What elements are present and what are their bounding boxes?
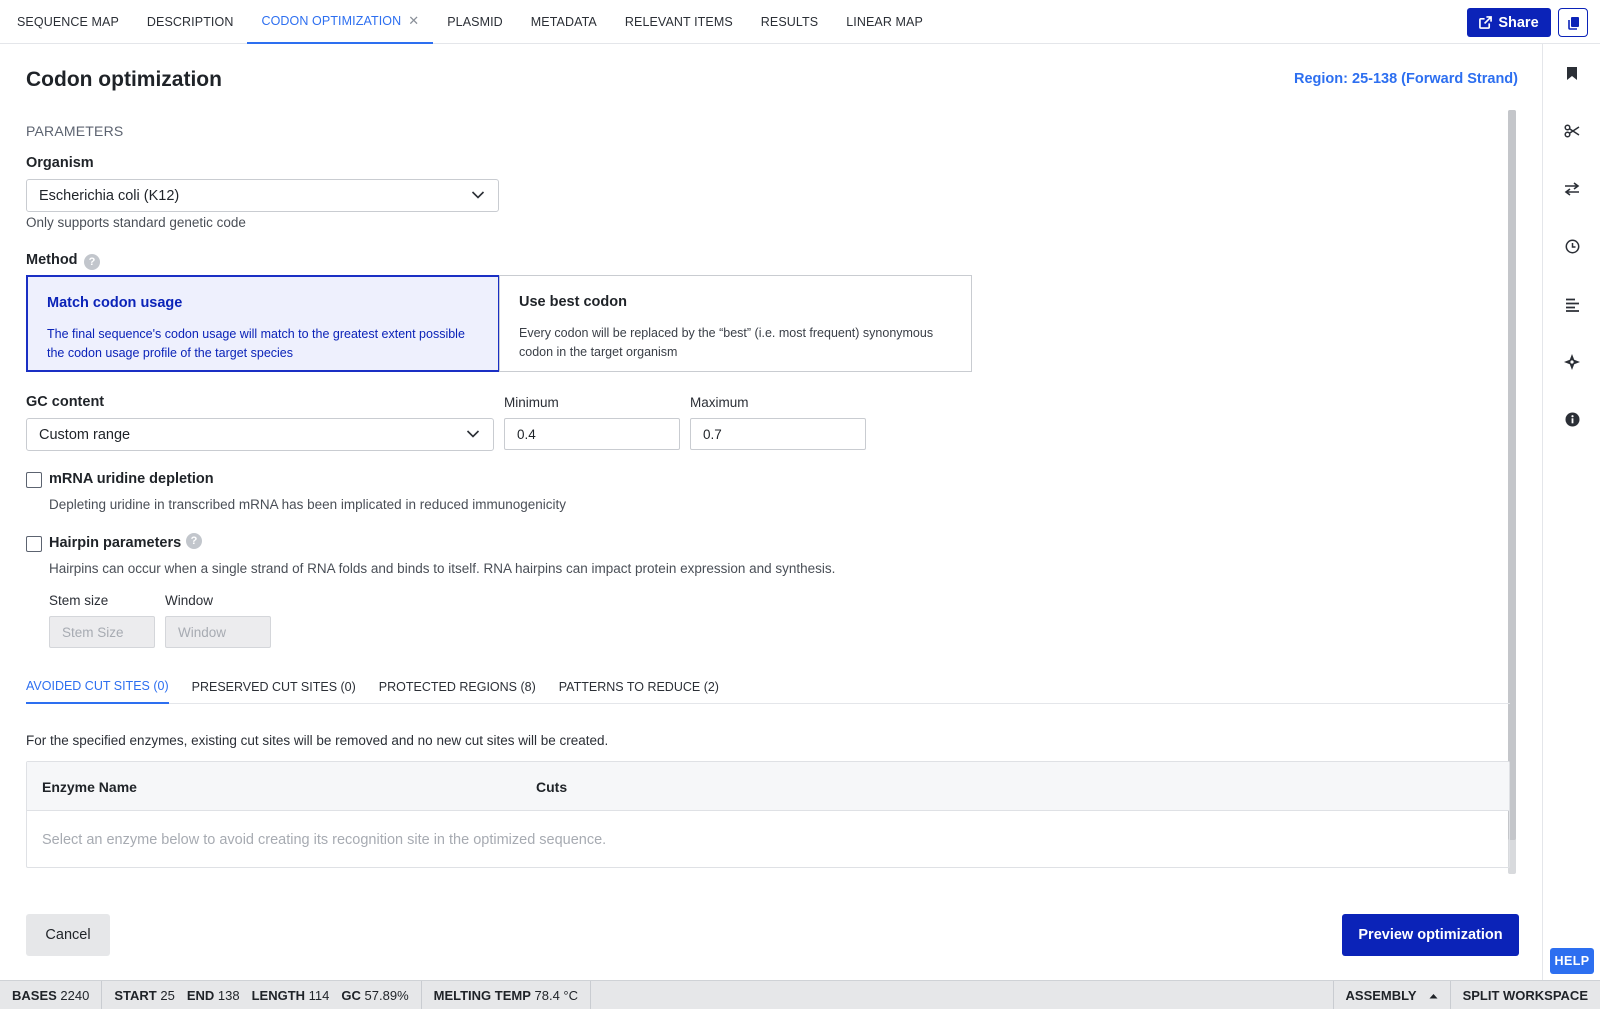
gc-value: 57.89% bbox=[364, 987, 409, 1003]
gc-key: GC bbox=[341, 987, 361, 1003]
tab-protected-regions[interactable]: PROTECTED REGIONS (8) bbox=[379, 670, 536, 704]
uridine-depletion-checkbox[interactable] bbox=[26, 472, 42, 488]
organism-label: Organism bbox=[26, 155, 94, 171]
gc-content-label: GC content bbox=[26, 394, 105, 410]
tab-linear-map[interactable]: LINEAR MAP bbox=[832, 0, 937, 44]
uridine-depletion-label[interactable]: mRNA uridine depletion bbox=[49, 471, 214, 487]
page-title: Codon optimization bbox=[26, 68, 222, 91]
enzyme-table-header: Enzyme Name Cuts bbox=[27, 762, 1509, 811]
tab-codon-optimization-label: CODON OPTIMIZATION bbox=[261, 14, 402, 28]
window-input[interactable]: Window bbox=[165, 616, 271, 648]
main-tabs: SEQUENCE MAP DESCRIPTION CODON OPTIMIZAT… bbox=[3, 0, 937, 44]
melting-temp-value: 78.4 °C bbox=[534, 987, 579, 1003]
bases-key: BASES bbox=[12, 987, 57, 1003]
scrollbar-thumb[interactable] bbox=[1508, 110, 1516, 840]
start-key: START bbox=[114, 987, 157, 1003]
tab-codon-optimization[interactable]: CODON OPTIMIZATION ✕ bbox=[247, 0, 434, 44]
swap-arrows-icon[interactable] bbox=[1563, 180, 1581, 198]
scissors-icon[interactable] bbox=[1563, 122, 1581, 140]
tab-patterns-to-reduce[interactable]: PATTERNS TO REDUCE (2) bbox=[559, 670, 719, 704]
method-card-description: The final sequence's codon usage will ma… bbox=[47, 327, 465, 360]
share-label: Share bbox=[1498, 14, 1539, 31]
column-cuts: Cuts bbox=[536, 779, 568, 795]
gc-content-value: Custom range bbox=[39, 426, 131, 443]
gc-maximum-input[interactable]: 0.7 bbox=[690, 418, 866, 450]
preview-optimization-button[interactable]: Preview optimization bbox=[1342, 914, 1519, 956]
gc-content-select[interactable]: Custom range bbox=[26, 418, 494, 451]
organism-value: Escherichia coli (K12) bbox=[39, 187, 180, 204]
tab-metadata[interactable]: METADATA bbox=[517, 0, 611, 44]
top-tab-bar: SEQUENCE MAP DESCRIPTION CODON OPTIMIZAT… bbox=[0, 0, 1600, 44]
enzyme-table-empty-message: Select an enzyme below to avoid creating… bbox=[42, 832, 607, 848]
tab-plasmid[interactable]: PLASMID bbox=[433, 0, 517, 44]
hairpin-parameters-hint: Hairpins can occur when a single strand … bbox=[49, 561, 836, 576]
region-link[interactable]: Region: 25-138 (Forward Strand) bbox=[1294, 71, 1518, 87]
method-card-title: Match codon usage bbox=[47, 295, 183, 311]
tab-results[interactable]: RESULTS bbox=[747, 0, 832, 44]
right-tool-rail bbox=[1542, 44, 1600, 980]
organism-hint: Only supports standard genetic code bbox=[26, 215, 246, 230]
status-bar-right: ASSEMBLY SPLIT WORKSPACE bbox=[1332, 981, 1600, 1009]
chevron-down-icon bbox=[466, 430, 480, 438]
share-button[interactable]: Share bbox=[1467, 8, 1551, 37]
end-value: 138 bbox=[217, 987, 240, 1003]
window-label: Window bbox=[165, 593, 214, 608]
gc-minimum-input[interactable]: 0.4 bbox=[504, 418, 680, 450]
gc-minimum-label: Minimum bbox=[504, 395, 559, 410]
bookmark-icon[interactable] bbox=[1563, 64, 1581, 82]
copy-button[interactable] bbox=[1558, 8, 1588, 37]
cancel-button[interactable]: Cancel bbox=[26, 914, 110, 956]
compass-move-icon[interactable] bbox=[1563, 353, 1581, 371]
uridine-depletion-hint: Depleting uridine in transcribed mRNA ha… bbox=[49, 497, 567, 512]
hairpin-parameters-checkbox[interactable] bbox=[26, 536, 42, 552]
status-bar: BASES 2240 START 25 END 138 LENGTH 114 G… bbox=[0, 980, 1600, 1009]
stem-size-label: Stem size bbox=[49, 593, 109, 608]
organism-select[interactable]: Escherichia coli (K12) bbox=[26, 179, 499, 212]
chevron-down-icon bbox=[471, 191, 485, 199]
enzyme-table: Enzyme Name Cuts Select an enzyme below … bbox=[26, 761, 1510, 868]
tab-preserved-cut-sites[interactable]: PRESERVED CUT SITES (0) bbox=[192, 670, 356, 704]
bases-value: 2240 bbox=[60, 987, 90, 1003]
avoided-cut-sites-description: For the specified enzymes, existing cut … bbox=[26, 733, 609, 748]
caret-up-icon bbox=[1429, 993, 1438, 998]
tab-sequence-map[interactable]: SEQUENCE MAP bbox=[3, 0, 133, 44]
tab-relevant-items[interactable]: RELEVANT ITEMS bbox=[611, 0, 747, 44]
help-button[interactable]: HELP bbox=[1550, 948, 1594, 974]
melting-temp-key: MELTING TEMP bbox=[433, 987, 531, 1003]
hairpin-help-icon[interactable]: ? bbox=[186, 533, 202, 549]
external-link-icon bbox=[1479, 16, 1493, 29]
parameters-heading: PARAMETERS bbox=[26, 123, 124, 139]
history-clock-icon[interactable] bbox=[1563, 237, 1581, 255]
length-value: 114 bbox=[308, 987, 330, 1003]
status-bases: BASES 2240 bbox=[0, 980, 103, 1009]
tab-avoided-cut-sites[interactable]: AVOIDED CUT SITES (0) bbox=[26, 670, 169, 704]
method-card-title: Use best codon bbox=[519, 294, 627, 310]
copy-icon bbox=[1567, 16, 1579, 30]
split-workspace-button[interactable]: SPLIT WORKSPACE bbox=[1449, 981, 1600, 1009]
stem-size-input[interactable]: Stem Size bbox=[49, 616, 155, 648]
align-lines-icon[interactable] bbox=[1563, 296, 1581, 314]
cut-site-tabs: AVOIDED CUT SITES (0) PRESERVED CUT SITE… bbox=[26, 670, 1510, 704]
status-selection: START 25 END 138 LENGTH 114 GC 57.89% bbox=[102, 980, 422, 1009]
method-card-description: Every codon will be replaced by the “bes… bbox=[519, 326, 934, 359]
column-enzyme-name: Enzyme Name bbox=[42, 779, 137, 795]
tab-description[interactable]: DESCRIPTION bbox=[133, 0, 248, 44]
length-key: LENGTH bbox=[251, 987, 306, 1003]
split-workspace-label: SPLIT WORKSPACE bbox=[1462, 988, 1588, 1003]
status-melting-temp: MELTING TEMP 78.4 °C bbox=[422, 980, 592, 1009]
gc-maximum-label: Maximum bbox=[690, 395, 749, 410]
start-value: 25 bbox=[160, 987, 175, 1003]
assembly-toggle[interactable]: ASSEMBLY bbox=[1332, 981, 1450, 1009]
info-icon[interactable] bbox=[1563, 410, 1581, 428]
method-card-match-codon-usage[interactable]: Match codon usage The final sequence's c… bbox=[26, 275, 500, 372]
end-key: END bbox=[186, 987, 215, 1003]
method-card-use-best-codon[interactable]: Use best codon Every codon will be repla… bbox=[499, 275, 972, 372]
close-icon[interactable]: ✕ bbox=[408, 13, 419, 29]
method-label: Method bbox=[26, 252, 78, 268]
assembly-label: ASSEMBLY bbox=[1345, 988, 1417, 1003]
method-help-icon[interactable]: ? bbox=[84, 254, 100, 270]
hairpin-parameters-label[interactable]: Hairpin parameters bbox=[49, 535, 181, 551]
